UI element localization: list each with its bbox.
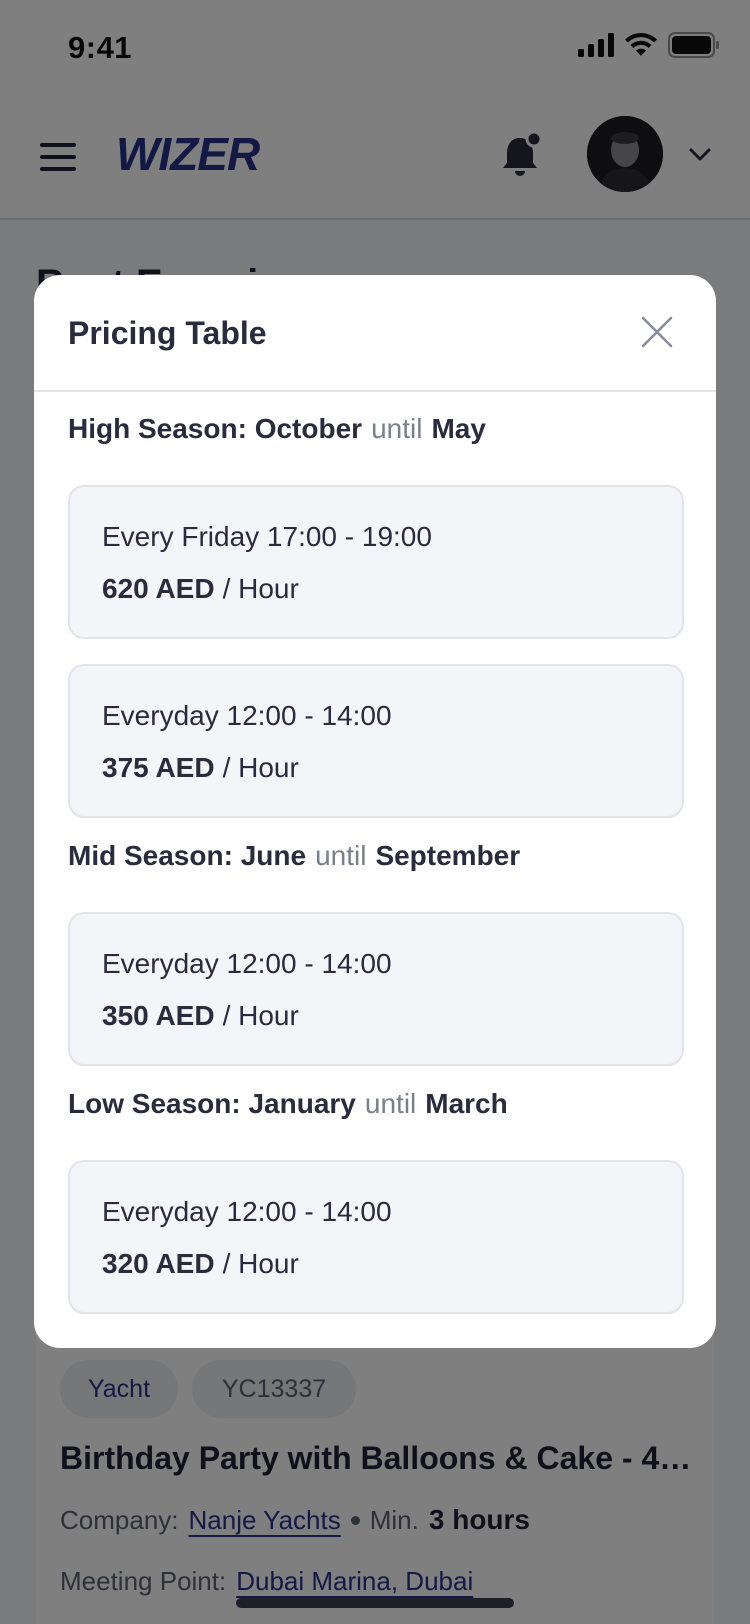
season-from: January xyxy=(248,1088,356,1119)
price-option: Everyday 12:00 - 14:00 375 AED / Hour xyxy=(68,664,684,818)
season-heading-low: Low Season: January until March xyxy=(68,1088,508,1120)
price-line: 620 AED / Hour xyxy=(102,573,299,605)
season-until: until xyxy=(315,840,367,871)
modal-header: Pricing Table xyxy=(34,275,716,392)
season-from: June xyxy=(240,840,307,871)
season-name: Mid Season: xyxy=(68,840,233,871)
modal-title: Pricing Table xyxy=(68,315,267,351)
price-option: Every Friday 17:00 - 19:00 620 AED / Hour xyxy=(68,485,684,639)
season-to: May xyxy=(431,413,486,444)
season-heading-high: High Season: October until May xyxy=(68,413,486,445)
price-line: 350 AED / Hour xyxy=(102,1000,299,1032)
price-schedule: Everyday 12:00 - 14:00 xyxy=(102,948,392,979)
season-name: Low Season: xyxy=(68,1088,241,1119)
price-unit: / Hour xyxy=(222,1000,299,1031)
price-schedule: Everyday 12:00 - 14:00 xyxy=(102,700,392,731)
season-to: September xyxy=(375,840,521,871)
close-icon[interactable] xyxy=(640,315,674,349)
price-unit: / Hour xyxy=(222,752,299,783)
season-to: March xyxy=(425,1088,508,1119)
season-until: until xyxy=(371,413,423,444)
season-heading-mid: Mid Season: June until September xyxy=(68,840,520,872)
price-amount: 375 AED xyxy=(102,752,215,783)
price-unit: / Hour xyxy=(222,1248,299,1279)
price-amount: 320 AED xyxy=(102,1248,215,1279)
price-line: 375 AED / Hour xyxy=(102,752,299,784)
season-name: High Season: xyxy=(68,413,247,444)
price-amount: 350 AED xyxy=(102,1000,215,1031)
price-option: Everyday 12:00 - 14:00 350 AED / Hour xyxy=(68,912,684,1066)
price-line: 320 AED / Hour xyxy=(102,1248,299,1280)
season-from: October xyxy=(254,413,363,444)
price-schedule: Everyday 12:00 - 14:00 xyxy=(102,1196,392,1227)
home-indicator[interactable] xyxy=(236,1598,514,1608)
price-schedule: Every Friday 17:00 - 19:00 xyxy=(102,521,432,552)
price-option: Everyday 12:00 - 14:00 320 AED / Hour xyxy=(68,1160,684,1314)
price-amount: 620 AED xyxy=(102,573,215,604)
price-unit: / Hour xyxy=(222,573,299,604)
pricing-table-modal: Pricing Table High Season: October until M… xyxy=(34,275,716,1348)
season-until: until xyxy=(364,1088,417,1119)
